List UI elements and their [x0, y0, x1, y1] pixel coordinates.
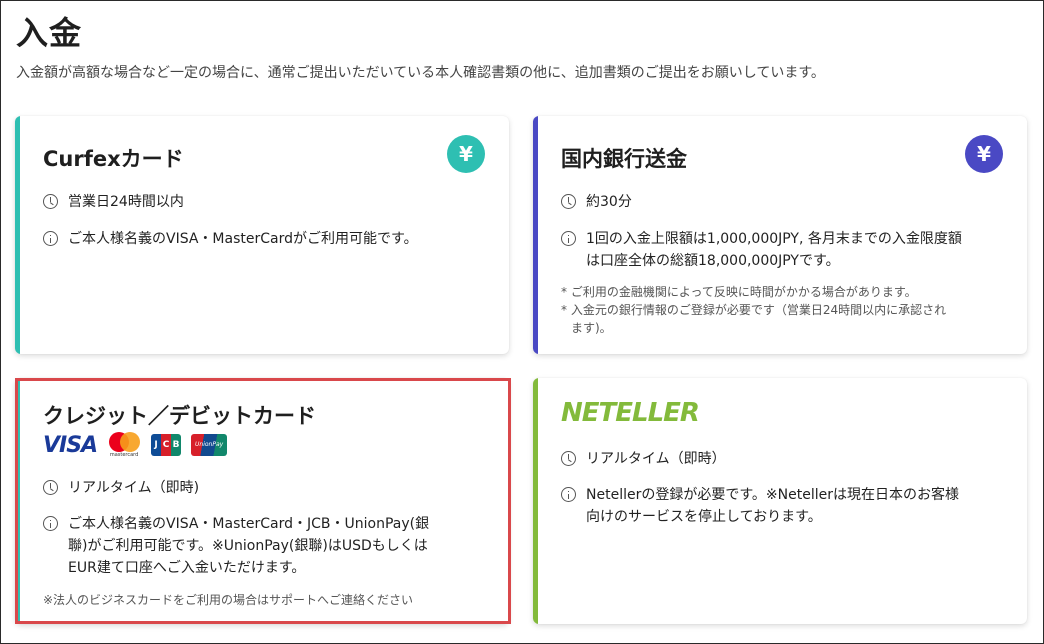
page-description: 入金額が高額な場合など一定の場合に、通常ご提出いただいている本人確認書類の他に、… [16, 65, 825, 81]
info-icon [43, 231, 58, 246]
card-accent-bar [533, 378, 538, 624]
card-curfex[interactable]: Curfexカード ¥ 営業日24時間以内 ご本人様名義のVISA・Master… [15, 116, 509, 354]
info-text-line: 1回の入金上限額は1,000,000JPY, 各月末までの入金限度額 [586, 231, 962, 247]
processing-time-text: 営業日24時間以内 [68, 194, 184, 210]
note-reflection-time: * ご利用の金融機関によって反映に時間がかかる場合があります。 [561, 285, 917, 299]
note-line: ます)。 [571, 321, 612, 335]
clock-icon [561, 194, 576, 209]
yen-icon: ¥ [965, 135, 1003, 173]
processing-time-row: 営業日24時間以内 [43, 191, 489, 213]
processing-time-row: 約30分 [561, 191, 1007, 213]
yen-icon: ¥ [447, 135, 485, 173]
info-text-line: Netellerの登録が必要です。※Netellerは現在日本のお客様 [586, 487, 960, 503]
neteller-logo: NETELLER [561, 398, 700, 428]
info-text-line: は口座全体の総額18,000,000JPYです。 [586, 253, 840, 269]
card-bank-transfer[interactable]: 国内銀行送金 ¥ 約30分 1回の入金上限額は1,000,000JPY, 各月末… [533, 116, 1027, 354]
info-text: 1回の入金上限額は1,000,000JPY, 各月末までの入金限度額 は口座全体… [586, 228, 962, 272]
processing-time-row: リアルタイム（即時） [561, 448, 1007, 470]
page-title: 入金 [16, 14, 83, 52]
card-accent-bar [533, 116, 538, 354]
info-text: Netellerの登録が必要です。※Netellerは現在日本のお客様 向けのサ… [586, 484, 959, 528]
highlight-border [15, 378, 511, 624]
info-icon [561, 231, 576, 246]
card-title: Curfexカード [43, 147, 184, 171]
card-accent-bar [15, 116, 20, 354]
info-text: ご本人様名義のVISA・MasterCardがご利用可能です。 [68, 231, 418, 247]
info-icon [561, 487, 576, 502]
processing-time-text: 約30分 [586, 194, 632, 210]
note-bank-registration: * 入金元の銀行情報のご登録が必要です（営業日24時間以内に承認され ます)。 [561, 301, 1007, 337]
info-row: ご本人様名義のVISA・MasterCardがご利用可能です。 [43, 228, 489, 250]
clock-icon [43, 194, 58, 209]
info-text-line: 向けのサービスを停止しております。 [586, 509, 822, 525]
processing-time-text: リアルタイム（即時） [586, 451, 726, 467]
info-row: Netellerの登録が必要です。※Netellerは現在日本のお客様 向けのサ… [561, 484, 1007, 528]
note-line: * 入金元の銀行情報のご登録が必要です（営業日24時間以内に承認され [561, 303, 947, 317]
clock-icon [561, 451, 576, 466]
info-row: 1回の入金上限額は1,000,000JPY, 各月末までの入金限度額 は口座全体… [561, 228, 1007, 272]
card-neteller[interactable]: NETELLER リアルタイム（即時） Netellerの登録が必要です。※Ne… [533, 378, 1027, 624]
card-title: 国内銀行送金 [561, 147, 687, 171]
